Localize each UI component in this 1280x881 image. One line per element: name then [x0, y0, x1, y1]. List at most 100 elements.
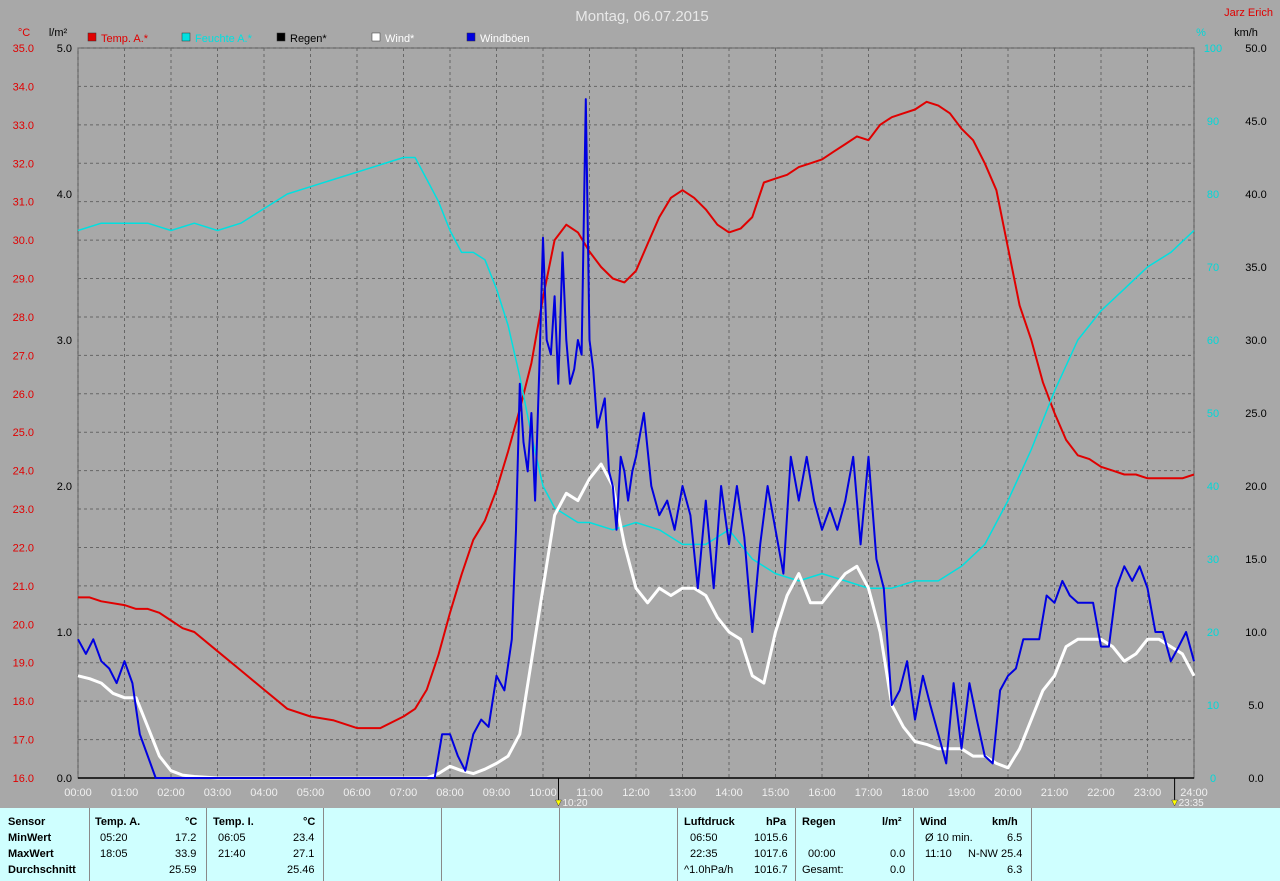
wind-avg10-label: Ø 10 min. [925, 832, 973, 844]
time-tick-label: 20:00 [994, 787, 1022, 799]
temp-tick-label: 25.0 [13, 427, 34, 439]
rain-header: Regen [802, 816, 836, 828]
time-tick-label: 02:00 [157, 787, 185, 799]
wind-tick-label: 25.0 [1245, 408, 1266, 420]
pressure-unit: hPa [766, 816, 787, 828]
time-tick-label: 00:00 [64, 787, 92, 799]
temp-a-average: 25.59 [169, 864, 197, 876]
temp-a-max-time: 18:05 [100, 848, 128, 860]
rain-value: 0.0 [890, 848, 906, 860]
time-tick-label: 07:00 [390, 787, 418, 799]
rain-time: 00:00 [808, 848, 836, 860]
wind-avg10-value: 6.5 [1007, 832, 1023, 844]
wind-tick-label: 20.0 [1245, 481, 1266, 493]
legend-label: Temp. A.* [101, 33, 149, 45]
temp-i-min-time: 06:05 [218, 832, 246, 844]
marker-label: 23:35 [1179, 798, 1204, 808]
time-tick-label: 05:00 [297, 787, 325, 799]
rain-total-value: 0.0 [890, 864, 906, 876]
temp-tick-label: 30.0 [13, 235, 34, 247]
temp-i-average: 25.46 [287, 864, 315, 876]
temp-tick-label: 27.0 [13, 350, 34, 362]
wind-unit-label: km/h [1234, 27, 1258, 39]
temp-a-min-value: 17.2 [175, 832, 197, 844]
row-label-avg: Durchschnitt [8, 864, 76, 876]
temp-i-unit: °C [303, 816, 316, 828]
row-label-min: MinWert [8, 832, 52, 844]
rain-tick-label: 0.0 [57, 773, 72, 785]
temp-tick-label: 21.0 [13, 581, 34, 593]
wind-tick-label: 35.0 [1245, 262, 1266, 274]
temp-tick-label: 31.0 [13, 197, 34, 209]
temp-tick-label: 22.0 [13, 542, 34, 554]
legend-swatch [87, 32, 97, 42]
rain-tick-label: 4.0 [57, 189, 72, 201]
legend-label: Feuchte A.* [195, 33, 253, 45]
wind-tick-label: 30.0 [1245, 335, 1266, 347]
wind-tick-label: 10.0 [1245, 627, 1266, 639]
humidity-tick-label: 40 [1207, 481, 1219, 493]
pressure-max-value: 1017.6 [754, 848, 788, 860]
temp-i-header: Temp. I. [213, 816, 254, 828]
wind-tick-label: 50.0 [1245, 43, 1266, 55]
grid [77, 47, 1195, 779]
wind-max-value: N-NW 25.4 [968, 848, 1023, 860]
humidity-tick-label: 90 [1207, 116, 1219, 128]
weather-chart: Montag, 06.07.2015 Jarz Erich Temp. A.* F… [0, 0, 1280, 808]
humidity-tick-label: 10 [1207, 700, 1219, 712]
temp-tick-label: 17.0 [13, 735, 34, 747]
time-tick-label: 19:00 [948, 787, 976, 799]
legend-label: Wind* [385, 33, 415, 45]
time-tick-label: 10:00 [529, 787, 557, 799]
pressure-trend-label: ^1.0hPa/h [684, 864, 734, 876]
chart-title: Montag, 06.07.2015 [575, 8, 708, 25]
rain-total-label: Gesamt: [802, 864, 844, 876]
time-tick-label: 06:00 [343, 787, 371, 799]
time-tick-label: 04:00 [250, 787, 278, 799]
temp-unit-label: °C [18, 27, 30, 39]
temp-i-max-value: 27.1 [293, 848, 315, 860]
legend-label: Windböen [480, 33, 530, 45]
wind-header: Wind [920, 816, 947, 828]
time-tick-label: 12:00 [622, 787, 650, 799]
wind-tick-label: 45.0 [1245, 116, 1266, 128]
pressure-trend-value: 1016.7 [754, 864, 788, 876]
wind-average: 6.3 [1007, 864, 1023, 876]
temp-a-header: Temp. A. [95, 816, 141, 828]
temp-tick-label: 16.0 [13, 773, 34, 785]
temp-tick-label: 29.0 [13, 274, 34, 286]
rain-unit-label: l/m² [49, 27, 68, 39]
pressure-min-value: 1015.6 [754, 832, 788, 844]
wind-max-time: 11:10 [925, 848, 952, 860]
time-tick-label: 08:00 [436, 787, 464, 799]
time-tick-label: 01:00 [111, 787, 139, 799]
rain-unit: l/m² [882, 816, 902, 828]
time-tick-label: 03:00 [204, 787, 232, 799]
wind-tick-label: 40.0 [1245, 189, 1266, 201]
marker-label: 10:20 [562, 798, 587, 808]
time-tick-label: 15:00 [762, 787, 790, 799]
wind-tick-label: 5.0 [1248, 700, 1263, 712]
row-label-max: MaxWert [8, 848, 54, 860]
time-tick-label: 13:00 [669, 787, 697, 799]
humidity-tick-label: 100 [1204, 43, 1222, 55]
temp-tick-label: 19.0 [13, 658, 34, 670]
temp-tick-label: 28.0 [13, 312, 34, 324]
time-tick-label: 22:00 [1087, 787, 1115, 799]
author-label: Jarz Erich [1224, 7, 1273, 19]
temp-tick-label: 23.0 [13, 504, 34, 516]
humidity-tick-label: 20 [1207, 627, 1219, 639]
legend-swatch [466, 32, 476, 42]
temp-a-max-value: 33.9 [175, 848, 197, 860]
humidity-tick-label: 30 [1207, 554, 1219, 566]
pressure-header: Luftdruck [684, 816, 735, 828]
humidity-unit-label: % [1196, 27, 1206, 39]
legend-swatch [371, 32, 381, 42]
time-tick-label: 23:00 [1134, 787, 1162, 799]
temp-tick-label: 26.0 [13, 389, 34, 401]
temp-tick-label: 24.0 [13, 466, 34, 478]
temp-tick-label: 33.0 [13, 120, 34, 132]
temp-tick-label: 18.0 [13, 696, 34, 708]
rain-tick-label: 1.0 [57, 627, 72, 639]
time-tick-label: 16:00 [808, 787, 836, 799]
